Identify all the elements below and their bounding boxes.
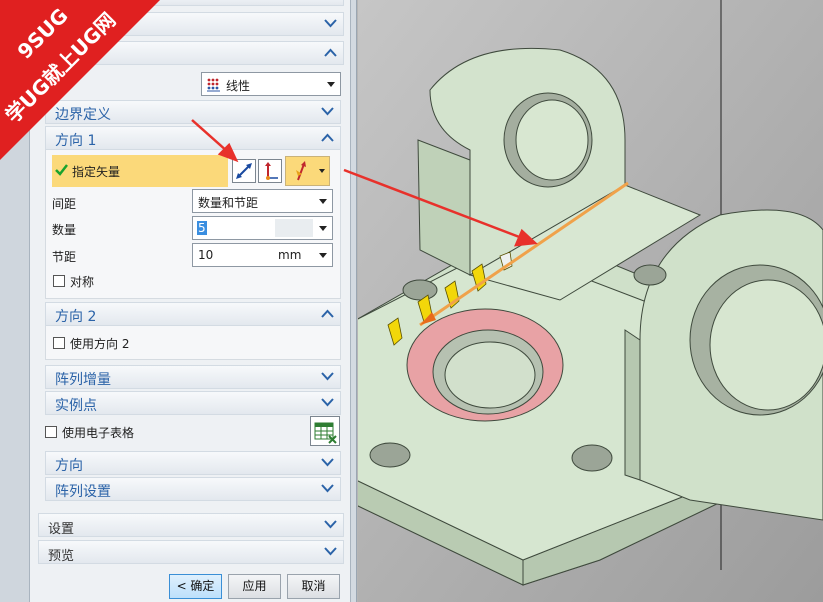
use-direction2-label: 使用方向 2: [70, 337, 130, 351]
section-pattern-increment-label: 阵列增量: [55, 372, 111, 388]
dropdown-arrow-icon: [319, 199, 327, 204]
chevron-down-icon: [321, 105, 334, 118]
chevron-down-icon: [321, 456, 334, 469]
left-gutter: [0, 0, 29, 602]
spacing-label: 间距: [52, 197, 77, 211]
top-cut-row: [38, 0, 344, 6]
dropdown-arrow-icon: [319, 253, 327, 258]
section-pattern-increment[interactable]: 阵列增量: [45, 365, 341, 389]
section-pattern-settings[interactable]: 阵列设置: [45, 477, 341, 501]
pitch-input[interactable]: 10 mm: [192, 243, 333, 267]
section-settings-label: 设置: [48, 522, 75, 537]
dropdown-arrow-icon: [327, 82, 335, 87]
pattern-layout-section[interactable]: [38, 41, 344, 65]
chevron-down-icon: [321, 370, 334, 383]
vector-inference-dropdown[interactable]: [285, 156, 330, 186]
vector-axes-icon: [265, 162, 278, 180]
apply-button[interactable]: 应用: [228, 574, 281, 599]
reverse-direction-icon: [236, 163, 252, 179]
count-value: 5: [197, 221, 207, 235]
section-settings[interactable]: 设置: [38, 513, 344, 537]
section-direction1-label: 方向 1: [55, 133, 97, 149]
pattern-feature-dialog: 线性 边界定义 方向 1 指定矢量 间距 数量和节距 数量 5 节距 10 mm…: [29, 0, 351, 602]
spacing-select[interactable]: 数量和节距: [192, 189, 333, 213]
layout-select[interactable]: 线性: [201, 72, 341, 96]
section-direction2-label: 方向 2: [55, 309, 97, 325]
chevron-up-icon: [324, 46, 337, 59]
chevron-down-icon: [324, 545, 337, 558]
spacing-value: 数量和节距: [198, 196, 259, 210]
spreadsheet-icon: [314, 422, 337, 444]
dropdown-arrow-icon: [319, 169, 325, 173]
chevron-down-icon: [321, 396, 334, 409]
inferred-vector-icon: [296, 161, 306, 181]
counterbore-ring: [406, 308, 564, 422]
ok-button[interactable]: < 确定 >: [169, 574, 222, 599]
spreadsheet-button[interactable]: [310, 416, 340, 446]
chevron-down-icon: [321, 482, 334, 495]
cad-model-view: [358, 0, 823, 602]
use-direction2-checkbox[interactable]: [53, 337, 65, 349]
section-pattern-settings-label: 阵列设置: [55, 484, 111, 500]
section-orientation-label: 方向: [55, 458, 83, 474]
section-boundary-definition[interactable]: 边界定义: [45, 100, 341, 124]
chevron-up-icon: [321, 131, 334, 144]
reverse-direction-button[interactable]: [232, 159, 256, 183]
use-spreadsheet-label: 使用电子表格: [62, 426, 135, 440]
chevron-down-icon: [324, 17, 337, 30]
pitch-label: 节距: [52, 250, 77, 264]
symmetric-checkbox[interactable]: [53, 275, 65, 287]
panel-splitter[interactable]: [351, 0, 357, 602]
section-instance-points-label: 实例点: [55, 398, 97, 414]
specify-vector-label: 指定矢量: [72, 165, 121, 179]
chevron-down-icon: [324, 518, 337, 531]
count-label: 数量: [52, 223, 77, 237]
section-preview-label: 预览: [48, 549, 75, 564]
section-direction2[interactable]: 方向 2: [45, 302, 341, 326]
pitch-value: 10: [198, 248, 214, 262]
section-instance-points[interactable]: 实例点: [45, 391, 341, 415]
check-icon: [55, 164, 68, 179]
section-preview[interactable]: 预览: [38, 540, 344, 564]
section-boundary-label: 边界定义: [55, 107, 111, 123]
count-input[interactable]: 5: [192, 216, 333, 240]
collapsed-section-top[interactable]: [38, 12, 344, 36]
section-direction1[interactable]: 方向 1: [45, 126, 341, 150]
layout-value: 线性: [226, 79, 251, 93]
dropdown-arrow-icon: [319, 226, 327, 231]
chevron-up-icon: [321, 307, 334, 320]
use-spreadsheet-checkbox[interactable]: [45, 426, 57, 438]
section-orientation[interactable]: 方向: [45, 451, 341, 475]
cancel-button[interactable]: 取消: [287, 574, 340, 599]
symmetric-label: 对称: [70, 275, 95, 289]
specify-vector-row[interactable]: 指定矢量: [52, 155, 228, 187]
pitch-unit: mm: [278, 248, 302, 262]
graphics-viewport[interactable]: [358, 0, 823, 602]
linear-grid-icon: [207, 78, 221, 92]
vector-dialog-button[interactable]: [258, 159, 282, 183]
